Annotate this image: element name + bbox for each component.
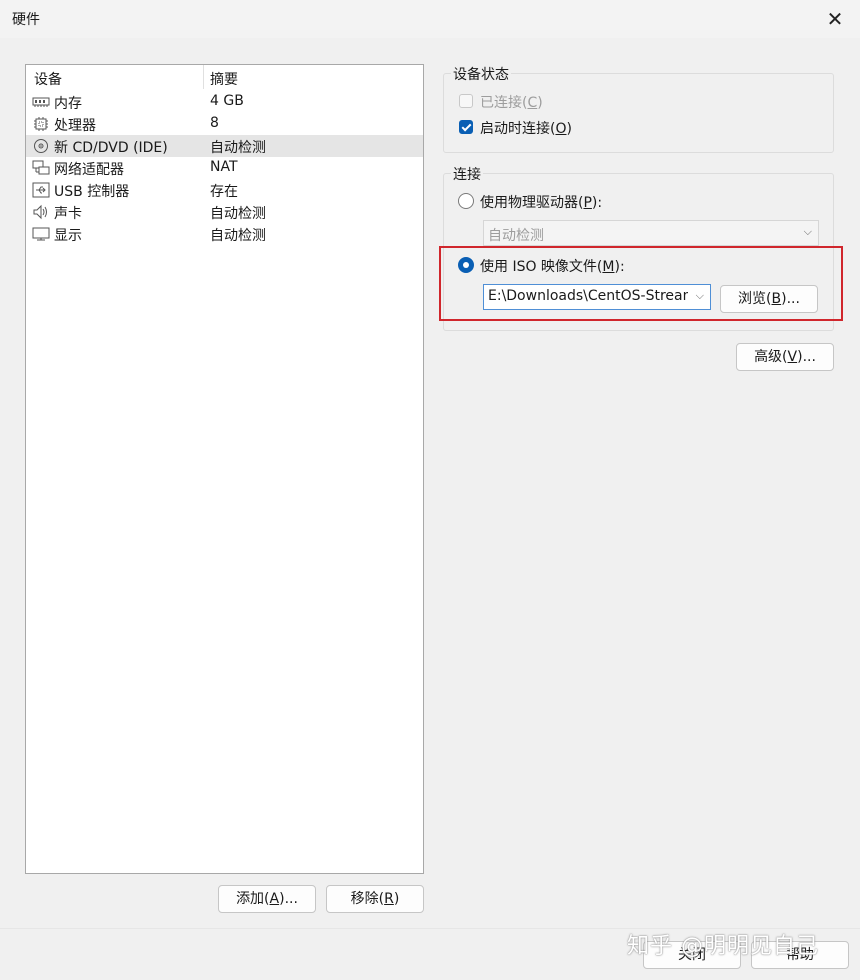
memory-icon <box>32 97 50 107</box>
device-row-cd-dvd[interactable]: 新 CD/DVD (IDE) 自动检测 <box>26 135 423 157</box>
power-on-key: O <box>555 121 567 137</box>
browse-button-label: 浏览( <box>738 291 772 307</box>
connected-checkbox[interactable] <box>459 94 473 108</box>
display-icon <box>32 227 50 241</box>
browse-button[interactable]: 浏览(B)... <box>720 285 818 313</box>
device-status-label: 设备状态 <box>451 64 511 84</box>
physical-drive-value: 自动检测 <box>488 228 544 244</box>
connection-label: 连接 <box>451 164 483 184</box>
browse-button-suffix: )... <box>781 291 800 307</box>
column-header-device[interactable]: 设备 <box>34 69 62 89</box>
iso-path-combobox[interactable]: E:\Downloads\CentOS-Stream- ⌵ <box>483 284 711 310</box>
device-row-network[interactable]: 网络适配器 NAT <box>26 157 423 179</box>
physical-drive-radio[interactable] <box>458 193 474 209</box>
usb-icon <box>32 182 50 198</box>
device-list-header: 设备 摘要 <box>26 65 423 89</box>
device-summary: 4 GB <box>210 93 244 109</box>
iso-image-radio[interactable] <box>458 257 474 273</box>
title-bar: 硬件 ✕ <box>0 0 860 38</box>
connected-key: C <box>527 95 538 111</box>
power-on-suffix: ) <box>566 121 572 137</box>
connected-suffix: ) <box>537 95 543 111</box>
device-summary: 自动检测 <box>210 140 266 156</box>
close-window-icon[interactable]: ✕ <box>822 6 848 32</box>
add-device-button[interactable]: 添加(A)... <box>218 885 316 913</box>
remove-device-button[interactable]: 移除(R) <box>326 885 424 913</box>
cd-dvd-icon <box>34 139 48 153</box>
chevron-down-icon: ⌵ <box>803 225 812 238</box>
network-adapter-icon <box>32 160 50 175</box>
device-name: 新 CD/DVD (IDE) <box>54 140 168 156</box>
device-row-usb[interactable]: USB 控制器 存在 <box>26 179 423 201</box>
device-name: USB 控制器 <box>54 184 130 200</box>
column-divider[interactable] <box>203 65 204 89</box>
column-header-summary[interactable]: 摘要 <box>210 69 238 89</box>
device-list[interactable]: 设备 摘要 内存 4 GB 处理器 8 新 CD/DVD (IDE) 自动检测 … <box>25 64 424 874</box>
physical-drive-select[interactable]: 自动检测 ⌵ <box>483 220 819 246</box>
iso-image-suffix: ): <box>614 259 625 275</box>
iso-image-text: 使用 ISO 映像文件( <box>480 259 603 275</box>
power-on-text: 启动时连接( <box>480 121 556 137</box>
iso-path-value: E:\Downloads\CentOS-Stream- <box>488 288 688 304</box>
device-summary: 自动检测 <box>210 228 266 244</box>
iso-image-key: M <box>602 259 615 275</box>
advanced-button[interactable]: 高级(V)... <box>736 343 834 371</box>
sound-card-icon <box>33 204 47 220</box>
add-button-suffix: )... <box>279 891 298 907</box>
physical-drive-suffix: ): <box>591 195 603 211</box>
remove-button-key: R <box>384 891 394 907</box>
device-name: 显示 <box>54 228 82 244</box>
add-button-label: 添加( <box>236 891 270 907</box>
connected-text: 已连接( <box>480 95 528 111</box>
browse-button-key: B <box>771 291 782 307</box>
device-name: 网络适配器 <box>54 162 124 178</box>
device-summary: 存在 <box>210 184 238 200</box>
iso-image-label: 使用 ISO 映像文件(M): <box>480 256 625 276</box>
cpu-icon <box>34 117 48 131</box>
physical-drive-key: P <box>583 195 592 211</box>
device-summary: NAT <box>210 159 238 175</box>
physical-drive-text: 使用物理驱动器( <box>480 195 584 211</box>
device-summary: 自动检测 <box>210 206 266 222</box>
add-button-key: A <box>269 891 280 907</box>
advanced-button-key: V <box>787 349 798 365</box>
advanced-button-label: 高级( <box>754 349 788 365</box>
device-row-cpu[interactable]: 处理器 8 <box>26 113 423 135</box>
device-name: 声卡 <box>54 206 82 222</box>
device-row-sound[interactable]: 声卡 自动检测 <box>26 201 423 223</box>
physical-drive-label: 使用物理驱动器(P): <box>480 192 602 212</box>
device-status-group <box>443 73 834 153</box>
advanced-button-suffix: )... <box>797 349 816 365</box>
device-row-memory[interactable]: 内存 4 GB <box>26 91 423 113</box>
device-summary: 8 <box>210 115 219 131</box>
watermark-text: 知乎 @明明见自己 <box>627 934 819 959</box>
window-title: 硬件 <box>12 12 40 28</box>
remove-button-suffix: ) <box>393 891 400 907</box>
connect-at-power-on-label: 启动时连接(O) <box>480 118 572 138</box>
chevron-down-icon[interactable]: ⌵ <box>696 289 704 303</box>
connect-at-power-on-checkbox[interactable] <box>459 120 473 134</box>
device-name: 内存 <box>54 96 82 112</box>
device-row-display[interactable]: 显示 自动检测 <box>26 223 423 245</box>
remove-button-label: 移除( <box>350 891 385 907</box>
connected-label: 已连接(C) <box>480 92 543 112</box>
device-name: 处理器 <box>54 118 96 134</box>
